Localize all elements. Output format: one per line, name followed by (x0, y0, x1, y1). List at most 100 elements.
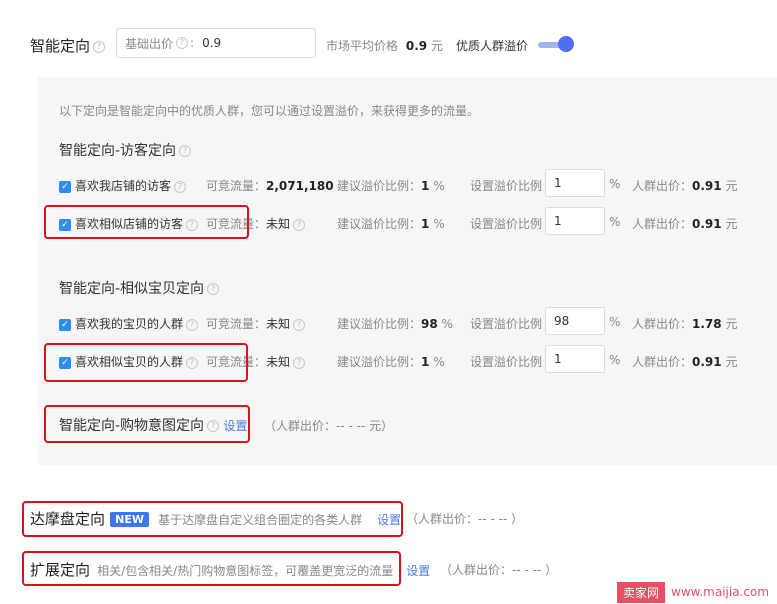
row-label: 喜欢我店铺的访客 (75, 179, 172, 193)
premium-ratio-value: 1 (554, 214, 562, 228)
help-icon[interactable]: ? (207, 283, 220, 295)
help-icon[interactable]: ? (176, 37, 189, 49)
suggest-label: 建议溢价比例： (337, 217, 422, 231)
help-icon[interactable]: ? (293, 318, 306, 331)
percent-unit: % (609, 315, 621, 329)
traffic-value: 2,071,180 (266, 179, 334, 193)
set-premium-label: 设置溢价比例 (470, 217, 543, 231)
premium-ratio-input[interactable]: 1 (545, 345, 605, 373)
suggest-label: 建议溢价比例： (337, 179, 422, 193)
traffic-value: 未知 (266, 355, 291, 369)
highlight-box (22, 551, 401, 586)
page-title: 智能定向? (30, 35, 106, 56)
suggested-premium: 建议溢价比例：98 % (337, 315, 453, 332)
traffic-label: 可竞流量： (206, 317, 267, 331)
crowd-bid-value: 0.91 (692, 355, 722, 369)
highlight-box (44, 343, 248, 382)
crowd-bid: 人群出价：0.91 元 (632, 353, 737, 370)
help-icon[interactable]: ? (179, 145, 192, 157)
traffic: 可竞流量：未知? (206, 315, 306, 332)
percent-unit: % (609, 177, 621, 191)
highlight-box (44, 205, 249, 239)
crowd-bid-label: 人群出价： (632, 217, 693, 231)
crowd-bid-unit: 元 (725, 317, 738, 331)
traffic-label: 可竞流量： (206, 179, 267, 193)
premium-ratio-value: 98 (554, 314, 570, 328)
watermark-brand: 卖家网 (617, 581, 666, 603)
shopping-intent-crowd-price: （人群出价：-- - -- 元） (264, 419, 394, 433)
crowd-bid-unit: 元 (725, 217, 738, 231)
suggest-unit: % (433, 179, 445, 193)
help-icon[interactable]: ? (293, 356, 306, 369)
list-item[interactable]: ✓ 喜欢我店铺的访客? (59, 177, 187, 194)
help-icon[interactable]: ? (293, 218, 306, 231)
premium-ratio-input[interactable]: 1 (545, 207, 605, 235)
base-bid-value: 0.9 (202, 36, 222, 50)
damopan-crowd-price: （人群出价：-- - -- ） (406, 512, 524, 526)
crowd-bid-label: 人群出价： (632, 355, 693, 369)
crowd-bid-label: 人群出价： (632, 179, 693, 193)
crowd-bid-unit: 元 (725, 179, 738, 193)
set-premium-label: 设置溢价比例 (470, 179, 543, 193)
market-average-unit: 元 (430, 39, 443, 53)
watermark-url: www.maijia.com (671, 585, 770, 599)
checkbox-checked-icon[interactable]: ✓ (59, 180, 71, 193)
item-section-title-text: 智能定向-相似宝贝定向 (59, 281, 205, 297)
crowd-bid: 人群出价：0.91 元 (632, 177, 737, 194)
help-icon[interactable]: ? (174, 180, 187, 193)
crowd-bid: 人群出价：0.91 元 (632, 215, 737, 232)
suggest-unit: % (433, 217, 445, 231)
extend-crowd-price: （人群出价：-- - -- ） (440, 563, 558, 577)
suggest-label: 建议溢价比例： (337, 355, 422, 369)
premium-toggle[interactable] (538, 36, 574, 52)
toggle-knob (558, 36, 574, 52)
set-premium-label: 设置溢价比例 (470, 355, 543, 369)
traffic: 可竞流量：2,071,180 (206, 177, 334, 194)
premium-ratio-input[interactable]: 98 (545, 307, 605, 335)
set-premium-label: 设置溢价比例 (470, 317, 543, 331)
watermark: 卖家网 www.maijia.com (617, 581, 775, 603)
suggest-value: 98 (421, 317, 438, 331)
visitor-section-title: 智能定向-访客定向? (59, 140, 192, 160)
help-icon[interactable]: ? (93, 40, 106, 53)
suggested-premium: 建议溢价比例：1 % (337, 177, 445, 194)
suggest-value: 1 (421, 179, 430, 193)
list-item[interactable]: ✓ 喜欢我的宝贝的人群? (59, 315, 199, 332)
help-icon[interactable]: ? (186, 318, 199, 331)
premium-label: 优质人群溢价 (456, 39, 529, 53)
base-bid-input[interactable]: 基础出价 ? : 0.9 (116, 28, 316, 58)
suggest-label: 建议溢价比例： (337, 317, 422, 331)
crowd-bid-unit: 元 (725, 355, 738, 369)
suggest-unit: % (433, 355, 445, 369)
percent-unit: % (609, 215, 621, 229)
crowd-bid-value: 0.91 (692, 217, 722, 231)
premium-ratio-value: 1 (554, 352, 562, 366)
suggested-premium: 建议溢价比例：1 % (337, 215, 445, 232)
highlight-box (22, 501, 403, 537)
extend-set-link[interactable]: 设置 (406, 564, 430, 578)
market-average: 市场平均价格 0.9 元 (326, 37, 443, 54)
market-average-label: 市场平均价格 (326, 39, 399, 53)
row-label: 喜欢我的宝贝的人群 (75, 317, 184, 331)
suggest-value: 1 (421, 217, 430, 231)
percent-unit: % (609, 353, 621, 367)
page-title-text: 智能定向 (30, 37, 91, 55)
suggest-value: 1 (421, 355, 430, 369)
market-average-value: 0.9 (405, 39, 428, 53)
crowd-bid-value: 0.91 (692, 179, 722, 193)
crowd-bid-value: 1.78 (692, 317, 722, 331)
suggested-premium: 建议溢价比例：1 % (337, 353, 445, 370)
premium-ratio-input[interactable]: 1 (545, 169, 605, 197)
checkbox-checked-icon[interactable]: ✓ (59, 318, 71, 331)
base-bid-label: 基础出价 (125, 36, 174, 51)
panel-description: 以下定向是智能定向中的优质人群，您可以通过设置溢价，来获得更多的流量。 (59, 104, 480, 118)
colon-text: : (190, 36, 195, 50)
traffic-value: 未知 (266, 317, 291, 331)
crowd-bid-label: 人群出价： (632, 317, 693, 331)
highlight-box (44, 405, 250, 443)
traffic-value: 未知 (266, 217, 291, 231)
item-section-title: 智能定向-相似宝贝定向? (59, 278, 220, 298)
crowd-bid: 人群出价：1.78 元 (632, 315, 737, 332)
suggest-unit: % (441, 317, 453, 331)
premium-ratio-value: 1 (554, 176, 562, 190)
